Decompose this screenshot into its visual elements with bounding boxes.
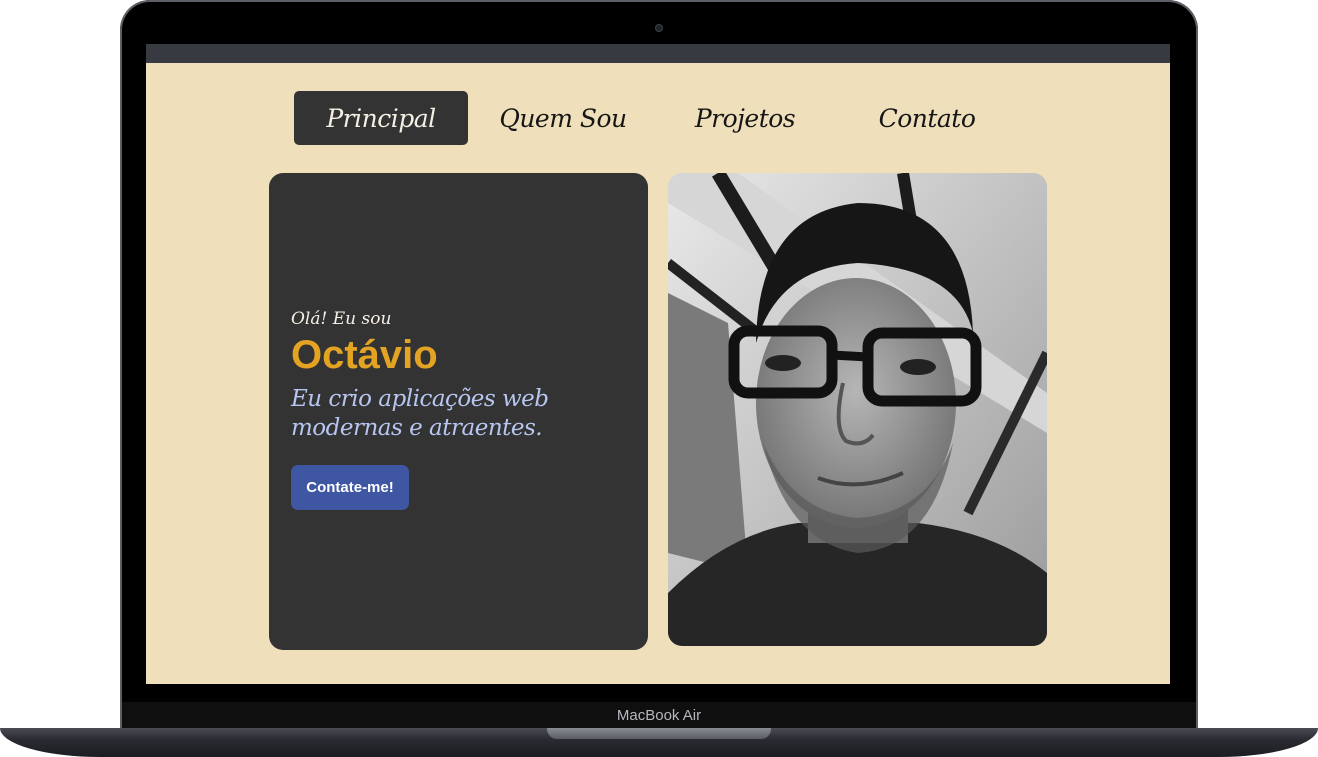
portrait-photo-icon — [668, 173, 1047, 646]
browser-bar — [146, 44, 1170, 63]
hero-name: Octávio — [291, 333, 438, 377]
website-screen: Principal Quem Sou Projetos Contato Olá!… — [146, 44, 1170, 684]
intro-card: Olá! Eu sou Octávio Eu crio aplicações w… — [269, 173, 648, 650]
tagline-line-2: modernas e atraentes. — [291, 415, 543, 441]
laptop-notch — [547, 728, 771, 739]
contact-button[interactable]: Contate-me! — [291, 465, 409, 510]
nav-item-quem-sou[interactable]: Quem Sou — [476, 91, 650, 145]
nav-item-projetos[interactable]: Projetos — [658, 91, 832, 145]
laptop-mockup: Principal Quem Sou Projetos Contato Olá!… — [0, 0, 1318, 757]
nav-item-contato[interactable]: Contato — [840, 91, 1014, 145]
portrait-photo — [668, 173, 1047, 646]
main-nav: Principal Quem Sou Projetos Contato — [294, 91, 1022, 145]
intro-content: Olá! Eu sou Octávio Eu crio aplicações w… — [291, 309, 631, 510]
webcam-icon — [655, 24, 663, 32]
nav-item-principal[interactable]: Principal — [294, 91, 468, 145]
greeting-text: Olá! Eu sou — [291, 309, 392, 329]
device-model-label: MacBook Air — [616, 707, 702, 724]
hero-tagline: Eu crio aplicações web modernas e atraen… — [291, 385, 631, 443]
tagline-line-1: Eu crio aplicações web — [291, 386, 549, 412]
